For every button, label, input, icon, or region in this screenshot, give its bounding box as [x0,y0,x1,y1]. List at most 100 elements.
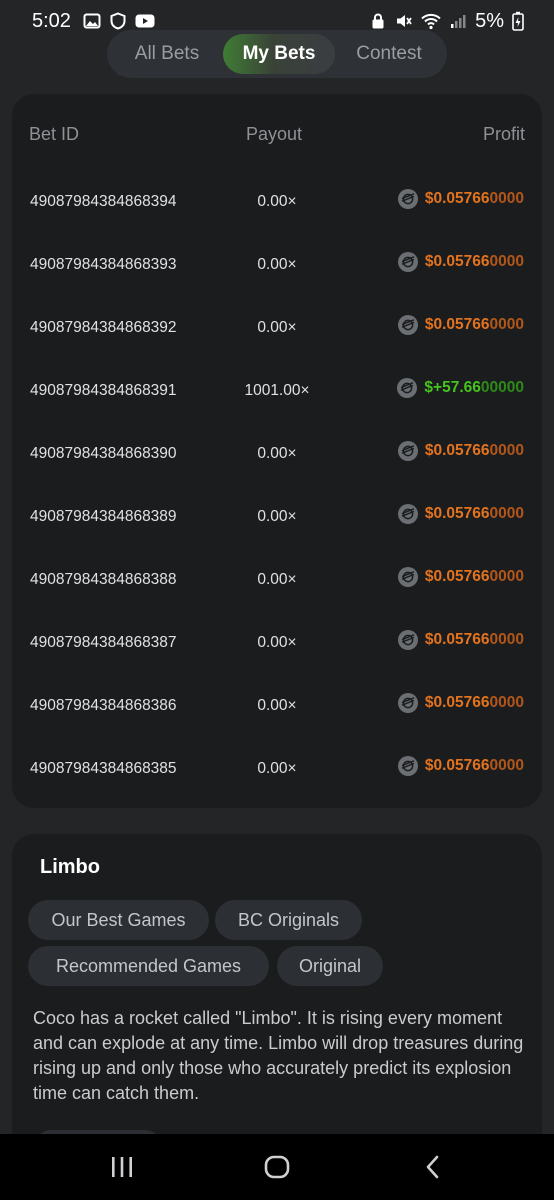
table-row[interactable]: 49087984384868394 0.00× $0.057660000 [12,187,542,217]
stellar-coin-icon [397,756,418,776]
profit-amount-trailing: 0000 [489,631,524,648]
mute-icon [397,15,412,27]
profit-amount: $0.057660000 [425,505,524,523]
tab-all-bets[interactable]: All Bets [111,34,223,74]
bet-payout: 0.00× [257,319,297,336]
bet-id[interactable]: 49087984384868392 [30,319,177,337]
tag-original[interactable]: Original [277,946,383,986]
profit-amount: $0.057660000 [425,253,524,271]
screen: 5:02 5% All Bets My Bets Contest Bet ID … [0,0,554,1200]
bet-profit: $0.057660000 [397,189,524,209]
bet-profit: $0.057660000 [397,756,524,776]
bet-profit: $0.057660000 [397,693,524,713]
table-row[interactable]: 49087984384868389 0.00× $0.057660000 [12,502,542,532]
profit-amount-trailing: 0000 [489,505,524,522]
profit-amount: $+57.6600000 [424,379,524,397]
profit-amount-trailing: 0000 [489,442,524,459]
game-description: Coco has a rocket called "Limbo". It is … [33,1008,524,1103]
table-row[interactable]: 49087984384868393 0.00× $0.057660000 [12,250,542,280]
profit-amount-main: $+57.66 [424,379,481,396]
stellar-coin-icon [397,378,418,398]
home-icon[interactable] [262,1152,292,1182]
status-time: 5:02 [32,9,71,32]
bet-payout: 0.00× [257,445,297,462]
lock-icon [372,13,384,29]
profit-amount: $0.057660000 [425,694,524,712]
system-nav-bar [0,1134,554,1200]
table-row[interactable]: 49087984384868385 0.00× $0.057660000 [12,754,542,784]
profit-amount-trailing: 0000 [489,757,524,774]
bet-profit: $0.057660000 [397,315,524,335]
tab-my-bets[interactable]: My Bets [223,34,335,74]
header-bet-id: Bet ID [29,124,80,144]
profit-amount-main: $0.05766 [424,253,490,270]
stellar-coin-icon [397,441,418,461]
bet-id[interactable]: 49087984384868385 [30,760,177,778]
header-payout: Payout [246,124,303,144]
bet-id[interactable]: 49087984384868394 [30,193,177,211]
shield-icon [110,12,126,30]
wifi-icon [421,13,441,30]
profit-amount: $0.057660000 [425,316,524,334]
stellar-coin-icon [397,315,418,335]
profit-amount-main: $0.05766 [424,190,490,207]
youtube-icon [135,14,155,28]
profit-amount-main: $0.05766 [424,442,490,459]
profit-amount: $0.057660000 [425,442,524,460]
table-row[interactable]: 49087984384868392 0.00× $0.057660000 [12,313,542,343]
bet-id[interactable]: 49087984384868391 [30,382,177,400]
profit-amount-main: $0.05766 [424,316,490,333]
profit-amount-trailing: 0000 [489,316,524,333]
stellar-coin-icon [397,189,418,209]
header-profit: Profit [482,124,525,144]
status-left-icons [83,12,155,30]
game-info-card: Limbo Our Best Games BC Originals Recomm… [12,834,542,1164]
bet-id[interactable]: 49087984384868389 [30,508,177,526]
bet-id[interactable]: 49087984384868393 [30,256,177,274]
profit-amount-trailing: 0000 [489,568,524,585]
bet-id[interactable]: 49087984384868387 [30,634,177,652]
bet-payout: 0.00× [257,508,297,525]
profit-amount-trailing: 0000 [489,190,524,207]
bets-tabs: All Bets My Bets Contest [107,30,447,78]
profit-amount-trailing: 0000 [489,253,524,270]
tag-our-best-games[interactable]: Our Best Games [28,900,209,940]
table-row[interactable]: 49087984384868386 0.00× $0.057660000 [12,691,542,721]
bet-id[interactable]: 49087984384868388 [30,571,177,589]
stellar-coin-icon [397,567,418,587]
signal-icon [451,15,466,28]
bet-id[interactable]: 49087984384868390 [30,445,177,463]
bet-profit: $+57.6600000 [397,378,524,398]
stellar-coin-icon [397,504,418,524]
table-row[interactable]: 49087984384868387 0.00× $0.057660000 [12,628,542,658]
bet-payout: 0.00× [257,634,297,651]
table-header: Bet ID Payout Profit [12,124,542,150]
profit-amount-main: $0.05766 [424,757,490,774]
profit-amount: $0.057660000 [425,757,524,775]
stellar-coin-icon [397,630,418,650]
table-row[interactable]: 49087984384868388 0.00× $0.057660000 [12,565,542,595]
bet-id[interactable]: 49087984384868386 [30,697,177,715]
stellar-coin-icon [397,693,418,713]
back-icon[interactable] [418,1152,448,1182]
profit-amount-main: $0.05766 [424,694,490,711]
tab-contest[interactable]: Contest [335,34,443,74]
image-icon [83,13,101,29]
profit-amount: $0.057660000 [425,190,524,208]
bet-profit: $0.057660000 [397,567,524,587]
bet-payout: 0.00× [257,193,297,210]
profit-amount: $0.057660000 [425,568,524,586]
bet-payout: 0.00× [257,571,297,588]
table-row[interactable]: 49087984384868390 0.00× $0.057660000 [12,439,542,469]
tag-recommended-games[interactable]: Recommended Games [28,946,269,986]
tag-bc-originals[interactable]: BC Originals [215,900,362,940]
recent-apps-icon[interactable] [107,1152,137,1182]
profit-amount: $0.057660000 [425,631,524,649]
bet-profit: $0.057660000 [397,504,524,524]
bet-profit: $0.057660000 [397,252,524,272]
table-row[interactable]: 49087984384868391 1001.00× $+57.6600000 [12,376,542,406]
bet-payout: 0.00× [257,697,297,714]
battery-percent: 5% [475,9,504,32]
game-title: Limbo [40,856,100,878]
profit-amount-main: $0.05766 [424,505,490,522]
